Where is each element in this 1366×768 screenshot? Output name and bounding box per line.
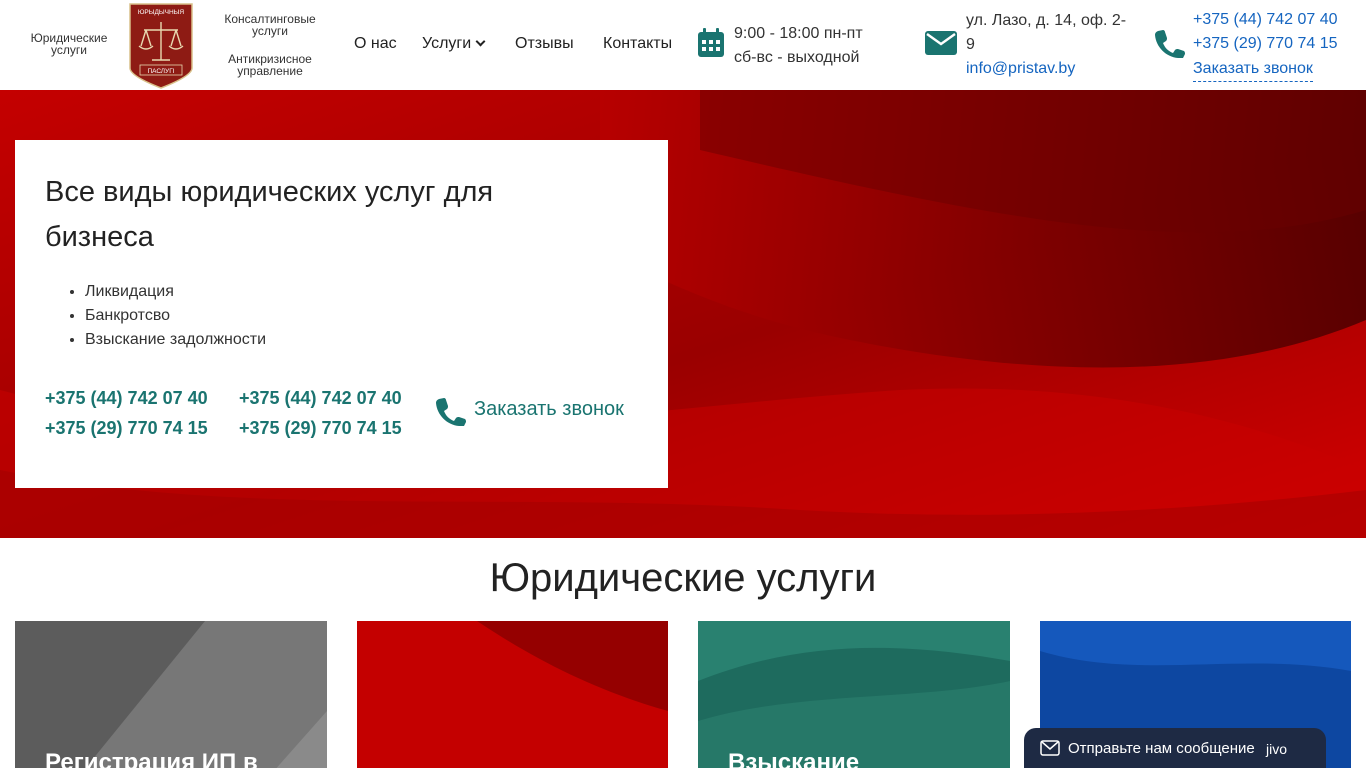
working-hours: 9:00 - 18:00 пн-пт сб-вс - выходной bbox=[734, 22, 863, 70]
chevron-down-icon bbox=[475, 36, 486, 47]
card-background bbox=[698, 621, 1010, 768]
nav-item-services[interactable]: Услуги bbox=[422, 34, 486, 54]
header-phone-2[interactable]: +375 (29) 770 74 15 bbox=[1193, 32, 1338, 56]
hero-card: Все виды юридических услуг для бизнеса Л… bbox=[15, 140, 668, 488]
card-background bbox=[357, 621, 668, 768]
card-title: Регистрация ИП в bbox=[45, 749, 258, 768]
hero-phone-col2-1[interactable]: +375 (44) 742 07 40 bbox=[239, 383, 402, 413]
logo-text-top: ЮРЫДЫЧНЫЯ bbox=[138, 9, 185, 16]
services-section-title: Юридические услуги bbox=[489, 556, 877, 600]
header-callback-link[interactable]: Заказать звонок bbox=[1193, 57, 1313, 82]
service-card-2[interactable] bbox=[357, 621, 668, 768]
hours-weekdays: 9:00 - 18:00 пн-пт bbox=[734, 25, 863, 42]
service-card-registration[interactable]: Регистрация ИП в bbox=[15, 621, 327, 768]
hours-weekend: сб-вс - выходной bbox=[734, 49, 860, 66]
chat-prompt: Отправьте нам сообщение bbox=[1068, 740, 1255, 757]
header-phone-1[interactable]: +375 (44) 742 07 40 bbox=[1193, 8, 1338, 32]
email-link[interactable]: info@pristav.by bbox=[966, 57, 1075, 81]
phone-icon bbox=[436, 398, 466, 426]
chat-widget[interactable]: Отправьте нам сообщение jivo bbox=[1024, 728, 1326, 768]
nav-item-contacts[interactable]: Контакты bbox=[603, 34, 672, 54]
hero-phone-col1-2[interactable]: +375 (29) 770 74 15 bbox=[45, 413, 208, 443]
list-item: Банкротсво bbox=[85, 304, 266, 328]
nav-label: Контакты bbox=[603, 35, 673, 52]
logo-text-bottom: ПАСЛУГІ bbox=[147, 68, 174, 75]
office-address: ул. Лазо, д. 14, оф. 2-9 bbox=[966, 12, 1127, 53]
mail-icon bbox=[925, 31, 957, 55]
nav-label: Отзывы bbox=[515, 35, 574, 52]
hero-banner: Все виды юридических услуг для бизнеса Л… bbox=[0, 90, 1366, 538]
header-caption-consulting[interactable]: Консалтинговые услуги bbox=[210, 13, 330, 37]
card-title: Взыскание bbox=[728, 749, 860, 768]
card-background bbox=[15, 621, 327, 768]
list-item: Ликвидация bbox=[85, 280, 266, 304]
hero-phone-col1-1[interactable]: +375 (44) 742 07 40 bbox=[45, 383, 208, 413]
nav-item-reviews[interactable]: Отзывы bbox=[515, 34, 574, 54]
site-header: Юридические услуги ЮРЫДЫЧНЫЯ ПАСЛУГІ Кон… bbox=[0, 0, 1366, 90]
nav-label: Услуги bbox=[422, 35, 472, 52]
service-card-debt[interactable]: Взыскание bbox=[698, 621, 1010, 768]
header-caption-anticrisis[interactable]: Антикризисное управление bbox=[210, 53, 330, 77]
hero-title: Все виды юридических услуг для бизнеса bbox=[45, 176, 494, 253]
nav-item-about[interactable]: О нас bbox=[354, 34, 397, 54]
phone-icon bbox=[1155, 30, 1185, 58]
calendar-icon bbox=[698, 28, 724, 57]
list-item: Взыскание задолжности bbox=[85, 328, 266, 352]
jivo-logo: jivo bbox=[1266, 741, 1288, 757]
hero-service-list: Ликвидация Банкротсво Взыскание задолжно… bbox=[85, 280, 266, 352]
hero-callback-button[interactable]: Заказать звонок bbox=[474, 398, 624, 421]
hero-phone-col2-2[interactable]: +375 (29) 770 74 15 bbox=[239, 413, 402, 443]
header-caption-legal[interactable]: Юридические услуги bbox=[20, 32, 118, 56]
logo-shield-icon[interactable]: ЮРЫДЫЧНЫЯ ПАСЛУГІ bbox=[128, 2, 194, 90]
nav-label: О нас bbox=[354, 35, 397, 52]
envelope-icon bbox=[1040, 740, 1060, 756]
